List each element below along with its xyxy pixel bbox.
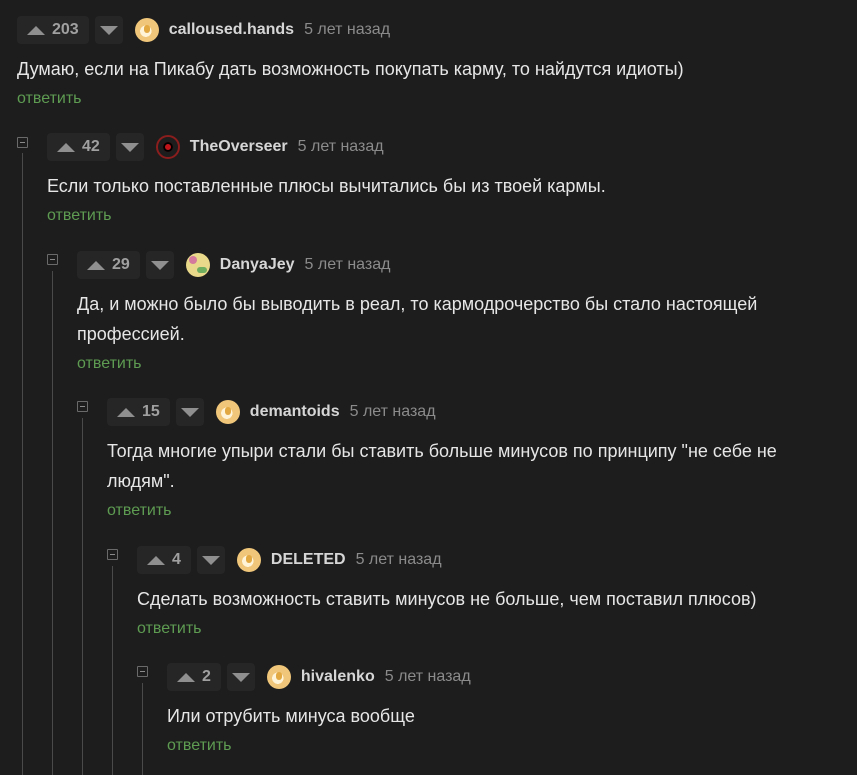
downvote-icon [180,407,199,417]
comment: 15 demantoids 5 лет назад Тогда многие у… [107,398,797,520]
comment-time: 5 лет назад [384,668,471,685]
comment-time: 5 лет назад [304,256,391,273]
reply-link[interactable]: ответить [107,502,797,520]
comment-header: 2 hivalenko 5 лет назад [167,663,837,691]
rating-block: 15 [107,398,170,426]
downvote-button[interactable] [145,251,174,279]
comment-header: 15 demantoids 5 лет назад [107,398,797,426]
comment-text: Тогда многие упыри стали бы ставить боль… [107,441,777,491]
rating-count: 15 [142,403,160,420]
author-name[interactable]: calloused.hands [169,21,294,39]
downvote-icon [201,555,220,565]
author-name[interactable]: demantoids [250,403,340,421]
comment-header: 4 DELETED 5 лет назад [137,546,837,574]
downvote-icon [99,25,118,35]
reply-link[interactable]: ответить [47,207,837,225]
author-name[interactable]: hivalenko [301,668,375,686]
upvote-icon[interactable] [57,142,75,152]
avatar[interactable] [155,135,180,159]
collapse-toggle[interactable] [17,137,28,148]
downvote-icon [120,142,139,152]
upvote-icon[interactable] [117,407,135,417]
thread-line [82,418,83,775]
rating-count: 29 [112,256,130,273]
author-name[interactable]: DanyaJey [220,256,295,274]
avatar[interactable] [215,400,240,424]
rating-count: 203 [52,21,79,38]
upvote-icon[interactable] [147,555,165,565]
rating-count: 2 [202,668,211,685]
downvote-icon [231,672,250,682]
comment-text: Да, и можно было бы выводить в реал, то … [77,294,758,344]
rating-block: 42 [47,133,110,161]
comment-time: 5 лет назад [297,138,384,155]
rating-count: 4 [172,551,181,568]
comment-text: Или отрубить минуса вообще [167,706,415,726]
rating-block: 2 [167,663,221,691]
comment-header: 203 calloused.hands 5 лет назад [17,16,837,44]
collapse-toggle[interactable] [77,401,88,412]
comment: 42 TheOverseer 5 лет назад Если только п… [47,133,837,225]
rating-block: 4 [137,546,191,574]
comment-header: 42 TheOverseer 5 лет назад [47,133,837,161]
rating-block: 203 [17,16,89,44]
comment-time: 5 лет назад [304,21,391,38]
comment-time: 5 лет назад [349,403,436,420]
upvote-icon[interactable] [87,260,105,270]
collapse-toggle[interactable] [47,254,58,265]
reply-link[interactable]: ответить [77,355,777,373]
thread-line [52,271,53,775]
thread-line [142,683,143,775]
author-name[interactable]: DELETED [271,551,346,569]
downvote-button[interactable] [115,133,144,161]
comment: 2 hivalenko 5 лет назад Или отрубить мин… [167,663,837,755]
downvote-button[interactable] [175,398,204,426]
comment-text: Думаю, если на Пикабу дать возможность п… [17,59,684,79]
comment: 4 DELETED 5 лет назад Сделать возможност… [137,546,837,638]
rating-block: 29 [77,251,140,279]
upvote-icon[interactable] [27,25,45,35]
avatar[interactable] [185,253,210,277]
comment: 29 DanyaJey 5 лет назад Да, и можно было… [77,251,777,373]
collapse-toggle[interactable] [107,549,118,560]
thread-line [112,566,113,775]
reply-link[interactable]: ответить [167,737,837,755]
collapse-toggle[interactable] [137,666,148,677]
comment-text: Если только поставленные плюсы вычиталис… [47,176,606,196]
avatar[interactable] [134,18,159,42]
comment-header: 29 DanyaJey 5 лет назад [77,251,777,279]
downvote-button[interactable] [226,663,255,691]
downvote-button[interactable] [94,16,123,44]
reply-link[interactable]: ответить [17,90,837,108]
avatar[interactable] [236,548,261,572]
rating-count: 42 [82,138,100,155]
thread-line [22,153,23,775]
comment: 203 calloused.hands 5 лет назад Думаю, е… [17,16,837,108]
downvote-icon [150,260,169,270]
comment-time: 5 лет назад [355,551,442,568]
downvote-button[interactable] [196,546,225,574]
author-name[interactable]: TheOverseer [190,138,288,156]
upvote-icon[interactable] [177,672,195,682]
reply-link[interactable]: ответить [137,620,837,638]
avatar[interactable] [266,665,291,689]
comment-text: Сделать возможность ставить минусов не б… [137,589,757,609]
